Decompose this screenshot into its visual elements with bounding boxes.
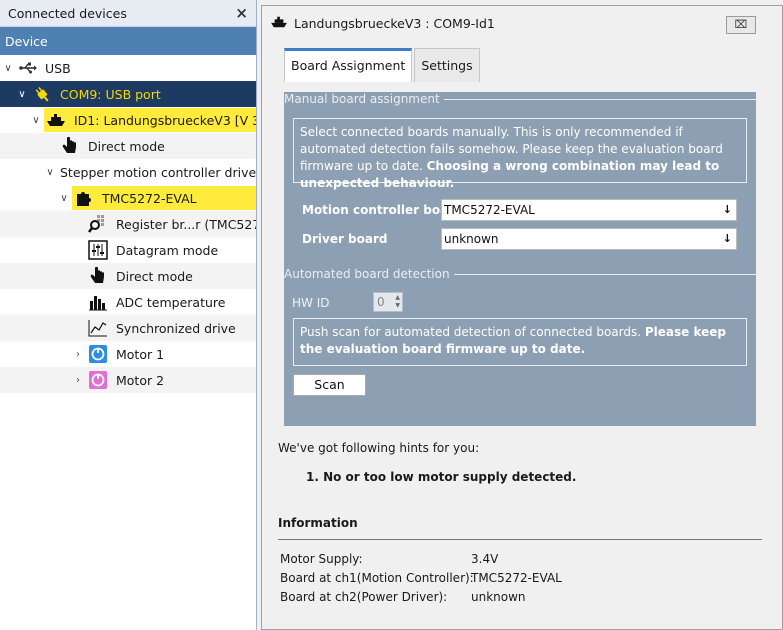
info-label: Board at ch2(Power Driver): (280, 590, 448, 604)
motor-icon (88, 344, 108, 364)
tree-item-synchronized-drive[interactable]: Synchronized drive (0, 315, 256, 341)
line-chart-icon (88, 318, 108, 338)
info-value: unknown (471, 590, 526, 604)
tab-settings[interactable]: Settings (414, 48, 480, 82)
tree-item-register-browser[interactable]: Register br...r (TMC5272) (0, 211, 256, 237)
tree-item-datagram-mode[interactable]: Datagram mode (0, 237, 256, 263)
tree-item-label: Direct mode (116, 268, 193, 284)
tree-item-landungsbruecke[interactable]: ∨ ID1: LandungsbrueckeV3 [V 3.10 (0, 107, 256, 133)
tree-item-com9[interactable]: ∨ COM9: USB port (0, 81, 256, 107)
chevron-right-icon[interactable]: › (72, 375, 84, 386)
tree-item-label: ADC temperature (116, 294, 226, 310)
chevron-down-icon[interactable]: ∨ (2, 63, 14, 74)
tree-item-label: Direct mode (88, 138, 165, 154)
select-value: unknown (444, 232, 499, 246)
info-label: Motor Supply: (280, 552, 363, 566)
manual-info-box: Select connected boards manually. This i… (293, 118, 747, 190)
tree-item-motor-1[interactable]: › Motor 1 (0, 341, 256, 367)
hw-id-spinbox[interactable]: 0 ▲ ▼ (373, 292, 403, 312)
tree-item-stepper-controller[interactable]: ∨ Stepper motion controller driver ID (0, 159, 256, 185)
device-tree: ∨ USB ∨ COM9: USB port ∨ ID1: Landungsbr… (0, 55, 256, 393)
hint-item: 1. No or too low motor supply detected. (306, 470, 577, 484)
hand-pointer-icon (60, 136, 80, 156)
group-legend: Manual board assignment (284, 92, 440, 106)
tree-item-adc-temperature[interactable]: ADC temperature (0, 289, 256, 315)
information-divider (278, 539, 762, 540)
chevron-down-icon[interactable]: ∨ (44, 167, 56, 178)
ship-icon (46, 110, 66, 130)
tree-item-label: Datagram mode (116, 242, 219, 258)
motor-icon (88, 370, 108, 390)
driver-board-label: Driver board (302, 232, 388, 246)
tree-item-tmc5272-eval[interactable]: ∨ TMC5272-EVAL (0, 185, 256, 211)
select-value: TMC5272-EVAL (444, 203, 535, 217)
dialog-title: LandungsbrueckeV3 : COM9-Id1 (294, 15, 495, 31)
tree-item-label: TMC5272-EVAL (102, 190, 197, 206)
automated-detection-legend: Automated board detection (284, 267, 756, 281)
board-assignment-panel: Manual board assignment Select connected… (284, 92, 756, 426)
tree-item-label: ID1: LandungsbrueckeV3 [V 3.10 (74, 112, 256, 128)
tree-item-label: Register br...r (TMC5272) (116, 216, 256, 232)
tree-item-label: Synchronized drive (116, 320, 236, 336)
tree-item-usb[interactable]: ∨ USB (0, 55, 256, 81)
ship-icon (270, 15, 288, 32)
close-dialog-button[interactable]: ⌧ (726, 16, 756, 34)
driver-board-select[interactable]: unknown ↓ (441, 228, 737, 250)
auto-info-box: Push scan for automated detection of con… (293, 318, 747, 366)
tree-item-direct-mode-2[interactable]: Direct mode (0, 263, 256, 289)
connected-devices-panel: Connected devices × Device ∨ USB ∨ COM9:… (0, 0, 257, 630)
board-assignment-dialog: LandungsbrueckeV3 : COM9-Id1 ⌧ Board Ass… (261, 5, 783, 630)
tree-item-label: Motor 1 (116, 346, 165, 362)
motion-controller-select[interactable]: TMC5272-EVAL ↓ (441, 199, 737, 221)
chevron-down-icon: ↓ (722, 203, 732, 216)
tree-item-direct-mode[interactable]: Direct mode (0, 133, 256, 159)
chevron-down-icon[interactable]: ∨ (58, 193, 70, 204)
tab-bar: Board Assignment Settings (284, 48, 482, 82)
panel-title-bar: Connected devices × (0, 0, 256, 27)
register-browser-icon (88, 214, 108, 234)
tree-item-label: USB (45, 60, 71, 76)
chevron-down-icon[interactable]: ∨ (16, 89, 28, 100)
usb-icon (18, 58, 38, 78)
spinbox-value: 0 (377, 295, 385, 309)
tree-item-label: Stepper motion controller driver ID (60, 164, 256, 180)
plug-icon (32, 84, 52, 104)
spin-arrows-icon[interactable]: ▲ ▼ (395, 294, 400, 310)
close-panel-icon[interactable]: × (235, 4, 248, 22)
auto-info-text: Push scan for automated detection of con… (300, 325, 642, 339)
panel-title: Connected devices (8, 5, 127, 21)
chevron-down-icon: ↓ (722, 232, 732, 245)
hand-pointer-icon (88, 266, 108, 286)
group-legend: Automated board detection (284, 267, 450, 281)
sliders-icon (88, 240, 108, 260)
info-value: 3.4V (471, 552, 499, 566)
info-value: TMC5272-EVAL (471, 571, 562, 585)
tab-board-assignment[interactable]: Board Assignment (284, 48, 413, 82)
hints-title: We've got following hints for you: (278, 441, 480, 455)
bar-chart-icon (88, 292, 108, 312)
chevron-down-icon[interactable]: ∨ (30, 115, 42, 126)
motion-controller-label: Motion controller board (302, 203, 463, 217)
manual-assignment-legend: Manual board assignment (284, 92, 756, 106)
puzzle-icon (74, 188, 94, 208)
scan-button[interactable]: Scan (293, 374, 366, 396)
tree-item-label: Motor 2 (116, 372, 165, 388)
tree-item-motor-2[interactable]: › Motor 2 (0, 367, 256, 393)
chevron-right-icon[interactable]: › (72, 349, 84, 360)
tree-item-label: COM9: USB port (60, 86, 161, 102)
column-header-device[interactable]: Device (0, 27, 256, 55)
info-label: Board at ch1(Motion Controller): (280, 571, 474, 585)
dialog-title-bar: LandungsbrueckeV3 : COM9-Id1 (262, 6, 782, 40)
information-title: Information (278, 516, 358, 530)
hw-id-label: HW ID (292, 296, 330, 310)
